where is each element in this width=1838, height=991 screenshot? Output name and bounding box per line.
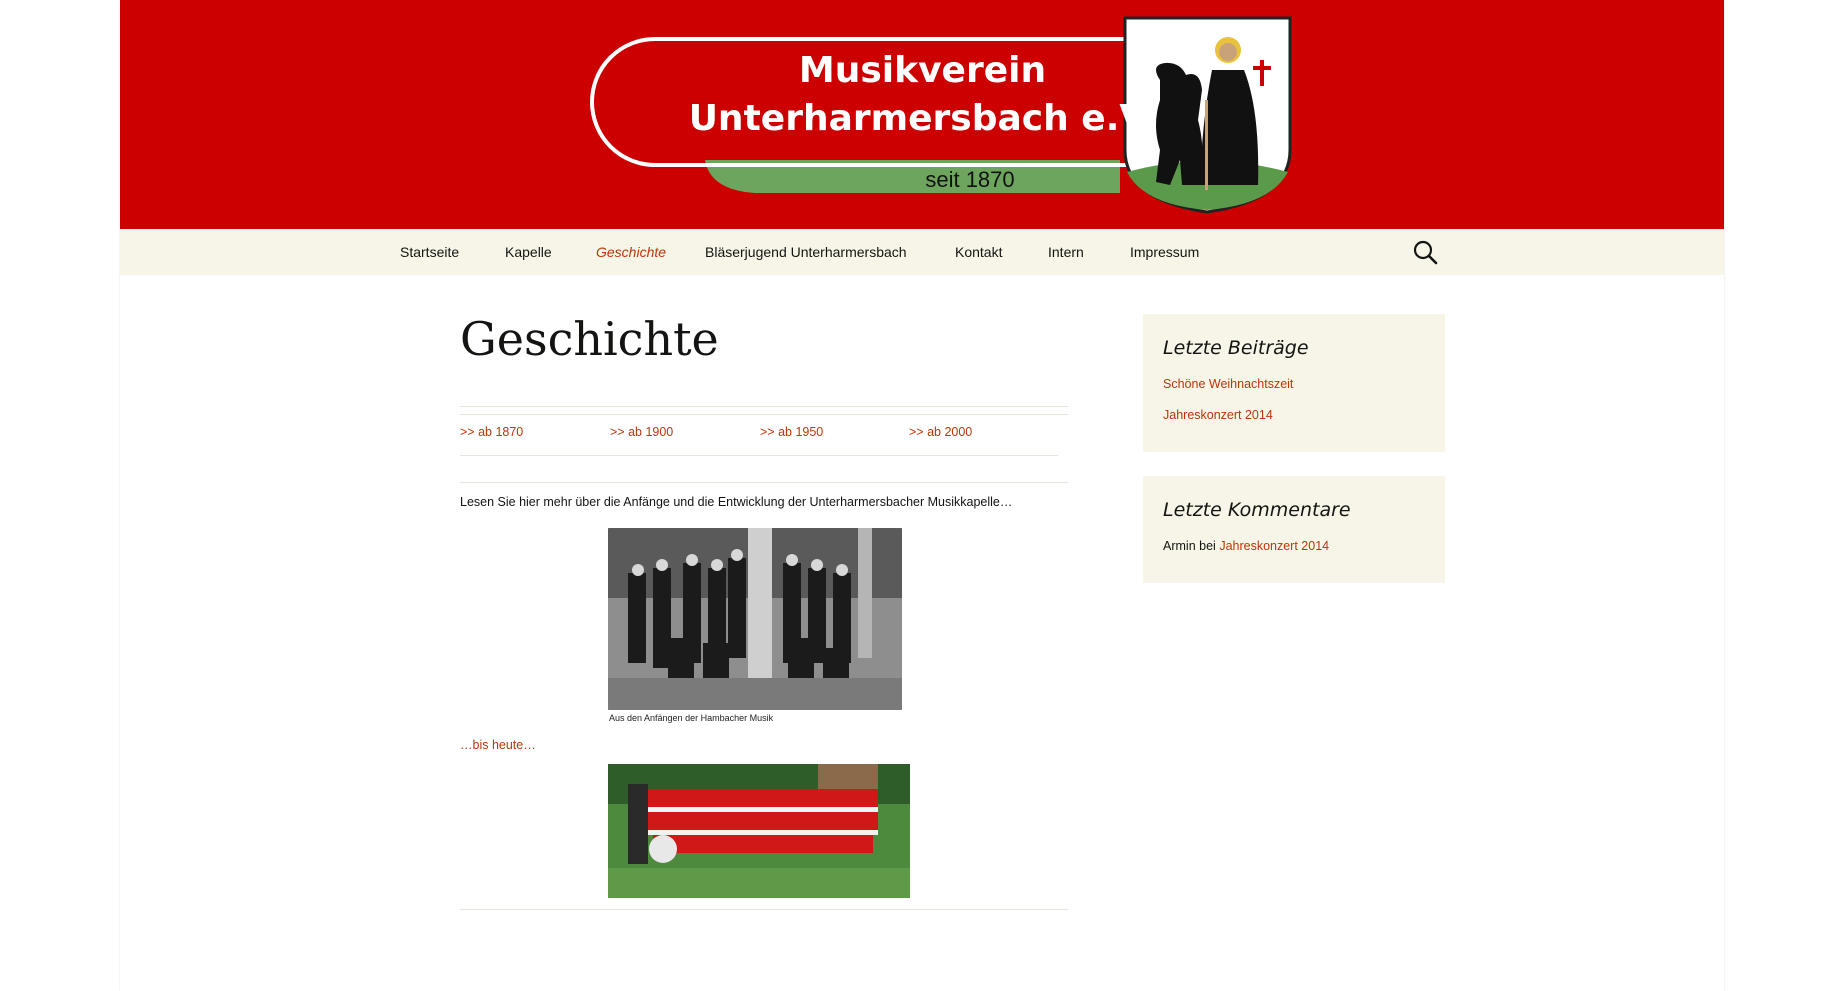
nav-item-kapelle[interactable]: Kapelle <box>505 229 552 275</box>
page: Musikverein Unterharmersbach e.V. seit 1… <box>120 0 1724 991</box>
era-link-1870[interactable]: >> ab 1870 <box>460 425 523 439</box>
era-link-1950[interactable]: >> ab 1950 <box>760 425 823 439</box>
widget-recent-posts: Letzte Beiträge Schöne Weihnachtszeit Ja… <box>1143 314 1445 452</box>
intro-text: Lesen Sie hier mehr über die Anfänge und… <box>460 495 1013 509</box>
comment-post-link[interactable]: Jahreskonzert 2014 <box>1219 539 1329 553</box>
recent-post-link[interactable]: Jahreskonzert 2014 <box>1163 408 1273 422</box>
search-icon[interactable] <box>1412 239 1438 265</box>
nav-item-impressum[interactable]: Impressum <box>1130 229 1199 275</box>
site-title-line1: Musikverein <box>798 50 1047 91</box>
comment-connector: bei <box>1199 539 1216 553</box>
recent-comment: Armin bei Jahreskonzert 2014 <box>1163 539 1329 553</box>
widget-title: Letzte Beiträge <box>1163 337 1309 359</box>
since-label: seit 1870 <box>925 167 1015 192</box>
era-link-1900[interactable]: >> ab 1900 <box>610 425 673 439</box>
photo-caption: Aus den Anfängen der Hambacher Musik <box>609 713 774 723</box>
page-title: Geschichte <box>460 312 719 366</box>
widget-recent-comments: Letzte Kommentare Armin bei Jahreskonzer… <box>1143 476 1445 583</box>
nav-item-geschichte[interactable]: Geschichte <box>596 229 666 275</box>
recent-post-link[interactable]: Schöne Weihnachtszeit <box>1163 377 1293 391</box>
nav-item-blaeserjugend[interactable]: Bläserjugend Unterharmersbach <box>705 229 907 275</box>
historic-band-photo <box>608 528 902 710</box>
divider <box>460 909 1068 910</box>
divider <box>460 482 1068 483</box>
main-navigation: Startseite Kapelle Geschichte Bläserjuge… <box>120 229 1724 275</box>
comment-author: Armin <box>1163 539 1196 553</box>
bis-heute-text: …bis heute… <box>460 738 536 752</box>
era-link-2000[interactable]: >> ab 2000 <box>909 425 972 439</box>
site-header[interactable]: Musikverein Unterharmersbach e.V. seit 1… <box>120 0 1724 229</box>
divider <box>460 414 1068 415</box>
current-band-photo <box>608 764 910 898</box>
divider <box>460 455 1058 456</box>
nav-item-startseite[interactable]: Startseite <box>400 229 459 275</box>
nav-item-intern[interactable]: Intern <box>1048 229 1084 275</box>
site-title-line2: Unterharmersbach e.V. <box>688 98 1157 139</box>
divider <box>460 406 1068 407</box>
nav-item-kontakt[interactable]: Kontakt <box>955 229 1002 275</box>
widget-title: Letzte Kommentare <box>1163 499 1351 521</box>
